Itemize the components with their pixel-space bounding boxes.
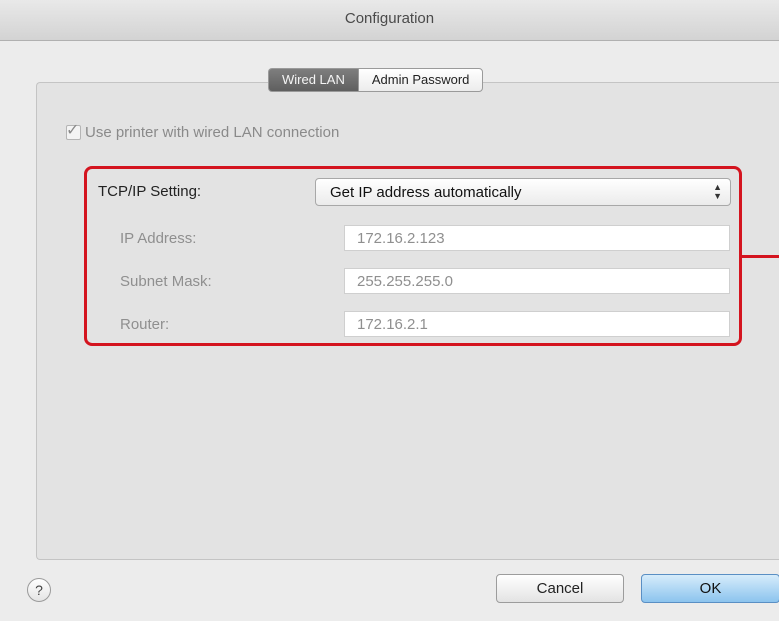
ip-address-label: IP Address: [120,230,197,247]
tab-wired-lan[interactable]: Wired LAN [268,68,358,92]
wired-lan-checkbox-row[interactable]: ✓ Use printer with wired LAN connection [66,122,340,141]
configuration-window: Configuration Wired LAN Admin Password ✓… [0,0,779,621]
ok-button[interactable]: OK [641,574,779,603]
cancel-button[interactable]: Cancel [496,574,624,603]
ip-address-value: 172.16.2.123 [357,230,445,247]
wired-lan-checkbox[interactable]: ✓ [66,122,81,140]
router-value: 172.16.2.1 [357,316,428,333]
callout-line [739,255,779,258]
tcpip-setting-select[interactable]: Get IP address automatically ▲ ▼ [315,178,731,206]
tab-admin-password[interactable]: Admin Password [357,68,484,92]
tab-bar: Wired LAN Admin Password [268,68,484,92]
checkmark-icon: ✓ [66,122,80,139]
help-button[interactable]: ? [27,578,51,602]
subnet-mask-field[interactable]: 255.255.255.0 [344,268,730,294]
ip-address-field[interactable]: 172.16.2.123 [344,225,730,251]
tcpip-setting-value: Get IP address automatically [330,184,522,201]
window-title: Configuration [344,10,435,27]
tcpip-setting-label: TCP/IP Setting: [98,183,202,200]
subnet-mask-value: 255.255.255.0 [357,273,453,290]
title-bar[interactable]: Configuration [0,0,779,41]
subnet-mask-label: Subnet Mask: [120,273,212,290]
router-field[interactable]: 172.16.2.1 [344,311,730,337]
updown-arrows-icon: ▲ ▼ [713,182,722,201]
wired-lan-checkbox-label: Use printer with wired LAN connection [85,124,340,141]
router-label: Router: [120,316,170,333]
